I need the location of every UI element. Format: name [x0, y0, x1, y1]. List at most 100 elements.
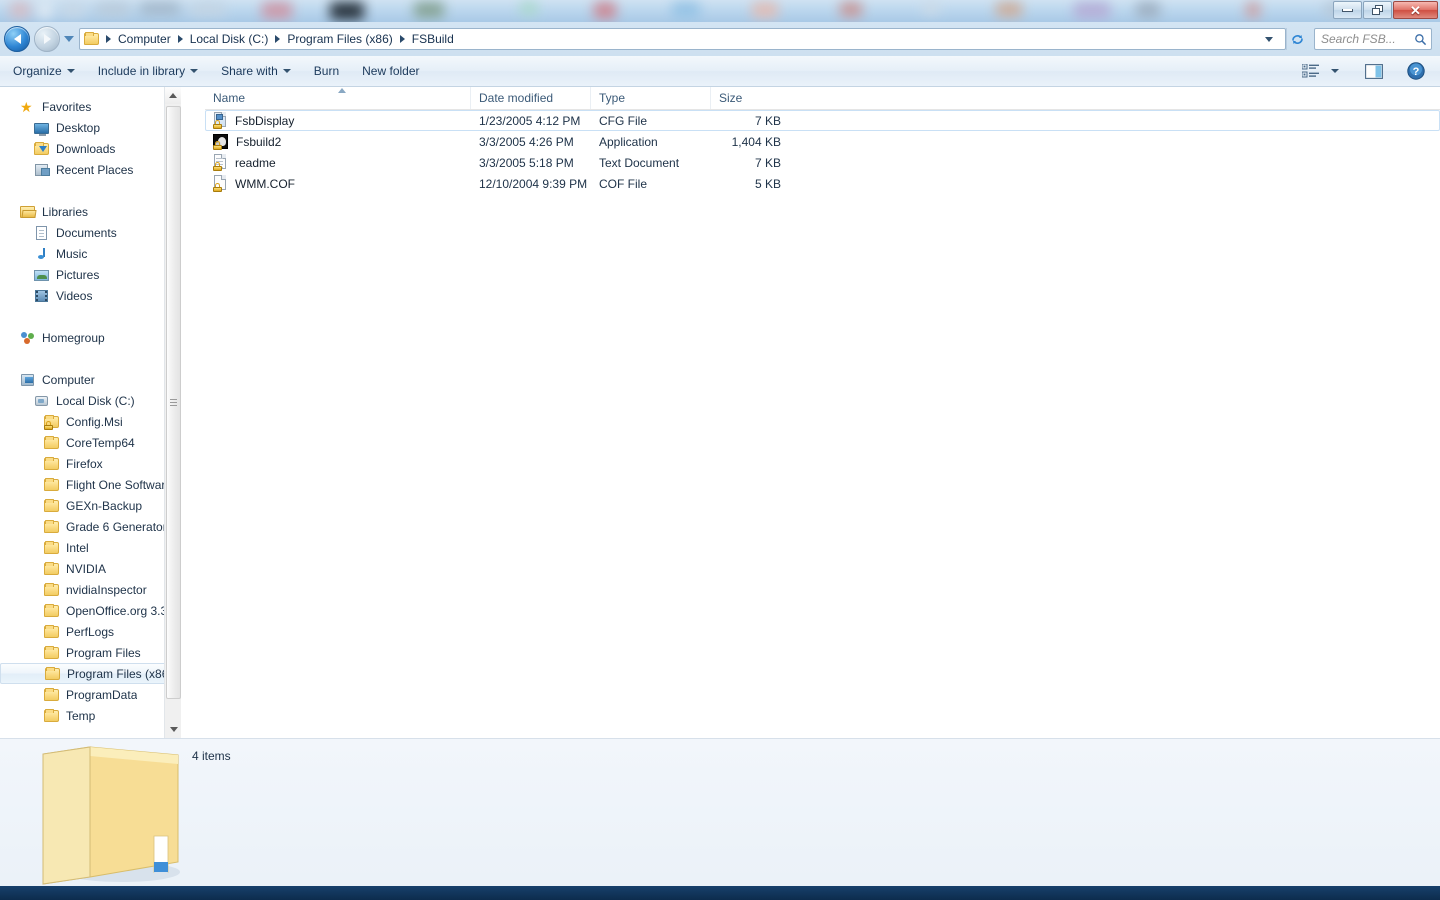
- scroll-up-button[interactable]: [165, 87, 181, 104]
- change-view-button[interactable]: [1297, 61, 1324, 81]
- cell-date-modified: 1/23/2005 4:12 PM: [479, 113, 581, 128]
- sidebar-item-favorites[interactable]: ★ Favorites: [0, 96, 181, 117]
- column-header-type[interactable]: Type: [590, 87, 710, 109]
- sidebar-item-nvidia[interactable]: NVIDIA: [0, 558, 181, 579]
- sidebar-item-temp[interactable]: Temp: [0, 705, 181, 726]
- sidebar-item-recent-places[interactable]: Recent Places: [0, 159, 181, 180]
- help-button[interactable]: ?: [1402, 59, 1430, 83]
- restore-icon: [1372, 5, 1383, 15]
- documents-icon: [34, 225, 50, 241]
- view-dropdown-button[interactable]: [1326, 66, 1344, 76]
- generic-file-icon: [213, 175, 228, 192]
- nav-group-spacer: [0, 306, 181, 327]
- folder-icon: [44, 687, 60, 703]
- sidebar-item-videos[interactable]: Videos: [0, 285, 181, 306]
- table-row[interactable]: FsbDisplay 1/23/2005 4:12 PM CFG File 7 KB: [205, 110, 1440, 131]
- sidebar-item-programdata[interactable]: ProgramData: [0, 684, 181, 705]
- sidebar-item-gexn-backup[interactable]: GEXn-Backup: [0, 495, 181, 516]
- sidebar-item-grade-6-generator[interactable]: Grade 6 Generator: [0, 516, 181, 537]
- navigation-tree[interactable]: ★ Favorites Desktop Downloads Recent Places L…: [0, 96, 181, 726]
- cell-date-modified: 12/10/2004 9:39 PM: [479, 176, 588, 191]
- sidebar-item-program-files[interactable]: Program Files: [0, 642, 181, 663]
- recent-pages-icon[interactable]: [64, 36, 74, 42]
- cell-name: Fsbuild2: [206, 133, 471, 150]
- sidebar-item-flight-one-software[interactable]: Flight One Software: [0, 474, 181, 495]
- column-header-date-modified[interactable]: Date modified: [470, 87, 590, 109]
- breadcrumb-item-computer[interactable]: Computer: [115, 32, 174, 46]
- cell-name: readme: [206, 154, 471, 171]
- sidebar-item-perflogs[interactable]: PerfLogs: [0, 621, 181, 642]
- table-row[interactable]: WMM.COF 12/10/2004 9:39 PM COF File 5 KB: [205, 173, 1440, 194]
- organize-label: Organize: [13, 64, 62, 78]
- details-pane: 4 items: [0, 738, 1440, 900]
- burn-button[interactable]: Burn: [304, 59, 349, 83]
- share-with-button[interactable]: Share with: [211, 59, 301, 83]
- close-button[interactable]: ✕: [1393, 1, 1438, 19]
- sidebar-item-openoffice-org-3-3-en[interactable]: OpenOffice.org 3.3 (en: [0, 600, 181, 621]
- new-folder-label: New folder: [362, 64, 420, 78]
- sidebar-item-intel[interactable]: Intel: [0, 537, 181, 558]
- sidebar-item-desktop[interactable]: Desktop: [0, 117, 181, 138]
- restore-button[interactable]: [1363, 1, 1392, 19]
- sidebar-item-documents[interactable]: Documents: [0, 222, 181, 243]
- file-list-pane[interactable]: Name Date modified Type Size FsbDisplay 1…: [205, 87, 1440, 738]
- sidebar-item-program-files-x86[interactable]: Program Files (x86): [0, 663, 178, 684]
- include-in-library-button[interactable]: Include in library: [88, 59, 208, 83]
- column-headers[interactable]: Name Date modified Type Size: [205, 87, 1440, 110]
- breadcrumb-item-fsbuild[interactable]: FSBuild: [409, 32, 457, 46]
- sidebar-item-label: Computer: [42, 372, 95, 387]
- chevron-down-icon: [282, 69, 291, 73]
- address-dropdown-icon[interactable]: [1265, 36, 1273, 42]
- column-header-size[interactable]: Size: [710, 87, 790, 109]
- sidebar-item-libraries[interactable]: Libraries: [0, 201, 181, 222]
- forward-button[interactable]: [34, 26, 60, 52]
- file-rows[interactable]: FsbDisplay 1/23/2005 4:12 PM CFG File 7 KB F…: [205, 110, 1440, 194]
- chevron-down-icon: [66, 69, 75, 73]
- title-bar: ✕: [0, 0, 1440, 22]
- new-folder-button[interactable]: New folder: [352, 59, 429, 83]
- breadcrumb[interactable]: Computer Local Disk (C:) Program Files (…: [84, 29, 1255, 49]
- text-file-icon: [213, 154, 228, 171]
- homegroup-icon: [20, 330, 36, 346]
- pane-splitter[interactable]: [181, 87, 205, 738]
- scrollbar-thumb[interactable]: [166, 106, 181, 699]
- navigation-scrollbar[interactable]: [164, 87, 181, 738]
- back-button[interactable]: [4, 26, 30, 52]
- lock-overlay-icon: [213, 162, 222, 171]
- table-row[interactable]: Fsbuild2 3/3/2005 4:26 PM Application 1,404…: [205, 131, 1440, 152]
- large-open-folder-icon: [30, 744, 185, 889]
- taskbar-strip: [0, 886, 1440, 900]
- navigation-pane[interactable]: ★ Favorites Desktop Downloads Recent Places L…: [0, 87, 181, 738]
- search-input[interactable]: Search FSB...: [1321, 32, 1412, 46]
- table-row[interactable]: readme 3/3/2005 5:18 PM Text Document 7 KB: [205, 152, 1440, 173]
- window-controls[interactable]: ✕: [1332, 1, 1438, 19]
- address-bar[interactable]: Computer Local Disk (C:) Program Files (…: [79, 28, 1286, 50]
- preview-pane-button[interactable]: [1360, 61, 1388, 82]
- sidebar-item-music[interactable]: Music: [0, 243, 181, 264]
- share-with-label: Share with: [221, 64, 278, 78]
- sidebar-item-downloads[interactable]: Downloads: [0, 138, 181, 159]
- address-bar-row: Computer Local Disk (C:) Program Files (…: [0, 22, 1440, 56]
- music-icon: [34, 246, 50, 262]
- sidebar-item-firefox[interactable]: Firefox: [0, 453, 181, 474]
- sidebar-item-homegroup[interactable]: Homegroup: [0, 327, 181, 348]
- minimize-button[interactable]: [1333, 1, 1362, 19]
- sidebar-item-nvidiainspector[interactable]: nvidiaInspector: [0, 579, 181, 600]
- sidebar-item-config-msi[interactable]: Config.Msi: [0, 411, 181, 432]
- file-name-label: Fsbuild2: [236, 134, 282, 149]
- refresh-button[interactable]: [1286, 28, 1308, 50]
- cell-size: 7 KB: [754, 113, 781, 128]
- scrollbar-grip-icon: [170, 397, 177, 408]
- sidebar-item-coretemp64[interactable]: CoreTemp64: [0, 432, 181, 453]
- sidebar-item-computer[interactable]: Computer: [0, 369, 181, 390]
- scroll-down-button[interactable]: [165, 721, 181, 738]
- organize-button[interactable]: Organize: [3, 59, 85, 83]
- search-box[interactable]: Search FSB...: [1314, 28, 1432, 50]
- breadcrumb-item-local-disk[interactable]: Local Disk (C:): [187, 32, 272, 46]
- sidebar-item-local-disk-c[interactable]: Local Disk (C:): [0, 390, 181, 411]
- star-icon: ★: [20, 98, 33, 115]
- sidebar-item-pictures[interactable]: Pictures: [0, 264, 181, 285]
- sidebar-item-label: Program Files: [66, 645, 141, 660]
- breadcrumb-item-program-files-x86[interactable]: Program Files (x86): [284, 32, 395, 46]
- folder-icon: [44, 624, 60, 640]
